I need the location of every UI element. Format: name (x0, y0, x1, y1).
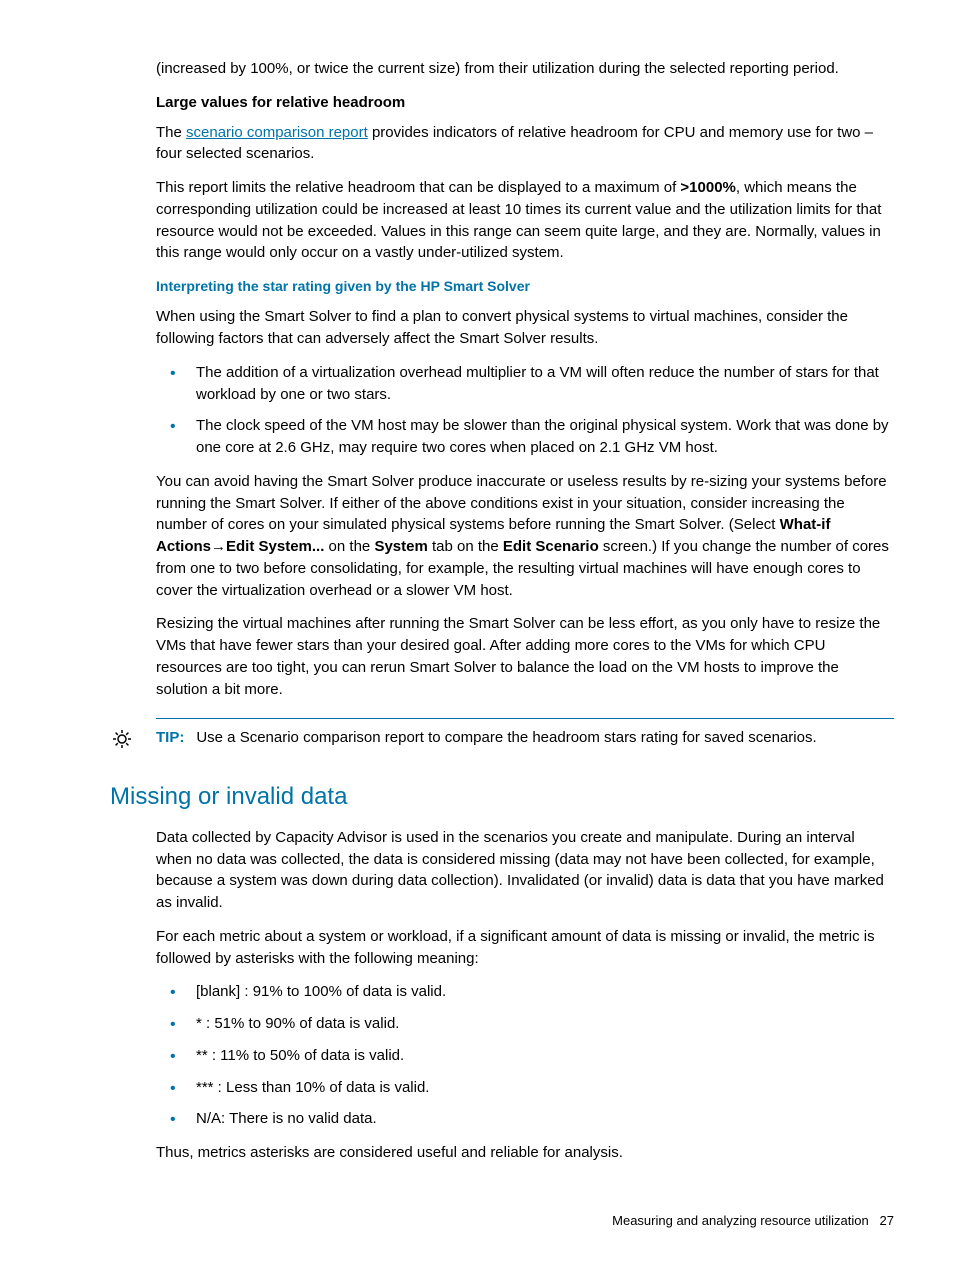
list-item: ** : 11% to 50% of data is valid. (156, 1045, 894, 1067)
scenario-comparison-link[interactable]: scenario comparison report (186, 124, 368, 141)
star-p3: Resizing the virtual machines after runn… (156, 613, 894, 700)
large-values-heading: Large values for relative headroom (156, 92, 894, 114)
list-item: *** : Less than 10% of data is valid. (156, 1077, 894, 1099)
tip-text: Use a Scenario comparison report to comp… (196, 729, 816, 746)
footer-text: Measuring and analyzing resource utiliza… (612, 1213, 869, 1228)
list-item: [blank] : 91% to 100% of data is valid. (156, 981, 894, 1003)
star-bullet-list: The addition of a virtualization overhea… (156, 362, 894, 459)
bold-text: Edit System... (226, 538, 324, 555)
tip-rule (156, 718, 894, 719)
page-footer: Measuring and analyzing resource utiliza… (612, 1212, 894, 1231)
tip-label: TIP: (156, 729, 184, 746)
large-values-p2: This report limits the relative headroom… (156, 177, 894, 264)
star-p2: You can avoid having the Smart Solver pr… (156, 471, 894, 602)
large-values-p1: The scenario comparison report provides … (156, 122, 894, 166)
list-item: * : 51% to 90% of data is valid. (156, 1013, 894, 1035)
list-item: The addition of a virtualization overhea… (156, 362, 894, 406)
arrow: → (211, 538, 226, 555)
bold-text: Edit Scenario (503, 538, 599, 555)
star-p1: When using the Smart Solver to find a pl… (156, 306, 894, 350)
missing-p3: Thus, metrics asterisks are considered u… (156, 1142, 894, 1164)
text-fragment: The (156, 124, 186, 141)
missing-bullet-list: [blank] : 91% to 100% of data is valid. … (156, 981, 894, 1130)
tip-icon (110, 727, 140, 758)
text-fragment: tab on the (428, 538, 503, 555)
bold-text: System (374, 538, 427, 555)
text-fragment: This report limits the relative headroom… (156, 179, 680, 196)
list-item: N/A: There is no valid data. (156, 1108, 894, 1130)
tip-callout: TIP: Use a Scenario comparison report to … (110, 718, 894, 758)
page-number: 27 (880, 1213, 894, 1228)
star-rating-heading: Interpreting the star rating given by th… (156, 276, 894, 296)
missing-p1: Data collected by Capacity Advisor is us… (156, 827, 894, 914)
bold-text: >1000% (680, 179, 735, 196)
text-fragment: on the (324, 538, 374, 555)
text-fragment: You can avoid having the Smart Solver pr… (156, 473, 887, 534)
missing-data-heading: Missing or invalid data (110, 780, 894, 815)
missing-p2: For each metric about a system or worklo… (156, 926, 894, 970)
intro-paragraph: (increased by 100%, or twice the current… (156, 58, 894, 80)
list-item: The clock speed of the VM host may be sl… (156, 415, 894, 459)
